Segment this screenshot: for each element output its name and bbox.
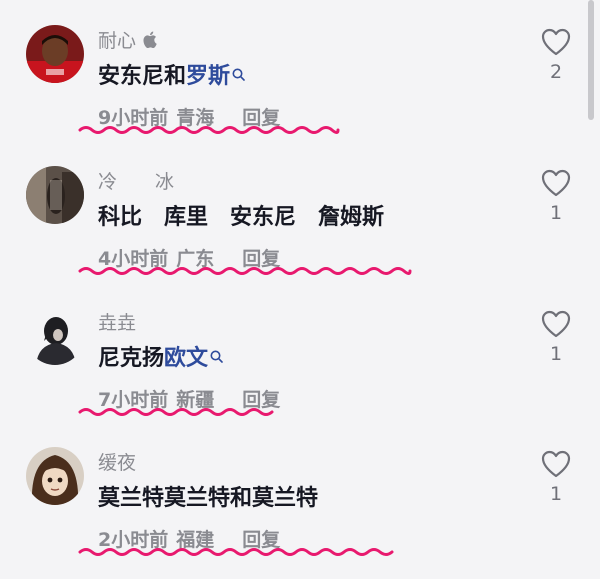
- comment-text: 科比 库里 安东尼 詹姆斯: [98, 205, 385, 230]
- comment-item: 冷 冰 科比 库里 安东尼 詹姆斯 4小时前 广东 回复 1: [0, 141, 600, 282]
- search-icon[interactable]: [232, 68, 245, 81]
- avatar[interactable]: [26, 25, 84, 83]
- heart-icon: [541, 310, 571, 338]
- avatar[interactable]: [26, 307, 84, 365]
- like-count: 1: [549, 343, 563, 365]
- like-count: 1: [549, 483, 563, 505]
- comment-text: 莫兰特莫兰特和莫兰特: [98, 486, 319, 511]
- comment-item: 缓夜 莫兰特莫兰特和莫兰特 2小时前 福建 回复 1: [0, 422, 600, 563]
- heart-icon: [541, 450, 571, 478]
- like-button[interactable]: [541, 169, 571, 201]
- heart-icon: [541, 169, 571, 197]
- squiggle-underline: [78, 267, 412, 275]
- search-icon[interactable]: [210, 350, 223, 363]
- apple-icon: [142, 31, 157, 48]
- avatar[interactable]: [26, 166, 84, 224]
- avatar[interactable]: [26, 447, 84, 505]
- like-button[interactable]: [541, 28, 571, 60]
- comment-text: 安东尼和 罗斯: [98, 58, 245, 90]
- like-count: 1: [549, 202, 563, 224]
- squiggle-underline: [78, 408, 274, 416]
- like-count: 2: [549, 61, 563, 83]
- keyword-link[interactable]: 罗斯: [186, 58, 230, 90]
- comment-item: 垚垚 尼克扬 欧文 7小时前 新疆 回复 1: [0, 282, 600, 423]
- comment-text: 尼克扬 欧文: [98, 340, 223, 372]
- username[interactable]: 缓夜: [98, 448, 136, 475]
- squiggle-underline: [78, 126, 340, 134]
- username[interactable]: 耐心: [98, 26, 157, 53]
- username[interactable]: 冷 冰: [98, 167, 174, 194]
- like-button[interactable]: [541, 450, 571, 482]
- comment-item: 耐心 安东尼和 罗斯 9小时前 青海 回复 2: [0, 0, 600, 141]
- squiggle-underline: [78, 548, 394, 556]
- keyword-link[interactable]: 欧文: [164, 340, 208, 372]
- username[interactable]: 垚垚: [98, 308, 136, 335]
- like-button[interactable]: [541, 310, 571, 342]
- heart-icon: [541, 28, 571, 56]
